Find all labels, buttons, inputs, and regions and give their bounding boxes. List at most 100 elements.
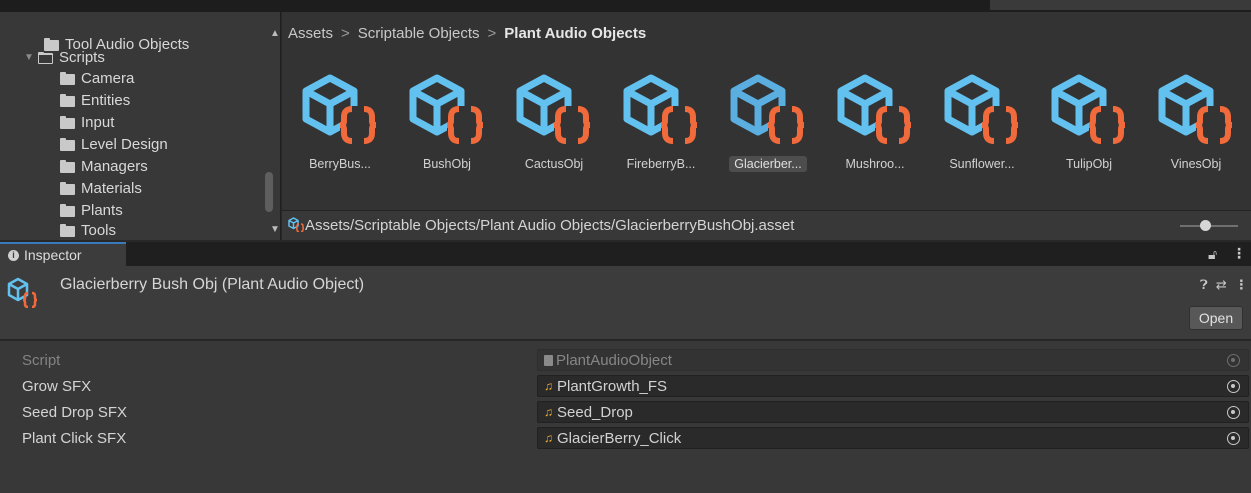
tree-item-level-design[interactable]: Level Design bbox=[60, 134, 168, 156]
breadcrumb-plant-audio-objects[interactable]: Plant Audio Objects bbox=[504, 25, 646, 42]
scriptable-object-icon bbox=[1148, 72, 1244, 144]
scriptable-object-icon bbox=[827, 72, 923, 144]
tree-item-input[interactable]: Input bbox=[60, 112, 114, 134]
object-picker-icon bbox=[1227, 354, 1240, 367]
more-options-icon[interactable]: ⋮ bbox=[1232, 245, 1246, 262]
audio-clip-icon: ♫ bbox=[544, 405, 553, 419]
property-value: PlantGrowth_FS bbox=[557, 377, 668, 395]
scriptable-object-icon bbox=[288, 216, 305, 236]
scriptable-object-icon bbox=[613, 72, 709, 144]
tree-item-label: Tools bbox=[81, 222, 117, 239]
tree-item-tools[interactable]: Tools bbox=[60, 220, 116, 240]
asset-label: Sunflower... bbox=[949, 157, 1015, 171]
more-options-icon[interactable]: ⋮ bbox=[1235, 277, 1248, 293]
asset-tile[interactable]: VinesObj bbox=[1148, 72, 1244, 182]
scroll-up-arrow-icon[interactable]: ▲ bbox=[270, 28, 280, 39]
folder-open-icon bbox=[38, 51, 53, 64]
inspector-body: Script PlantAudioObject Grow SFX ♫ Plant… bbox=[0, 341, 1251, 493]
zoom-slider-handle[interactable] bbox=[1200, 220, 1211, 231]
property-label: Script bbox=[22, 352, 61, 369]
object-picker-icon[interactable] bbox=[1227, 406, 1240, 419]
breadcrumb-separator: > bbox=[487, 24, 497, 42]
tree-item-label: Level Design bbox=[81, 136, 168, 153]
breadcrumb-scriptable-objects[interactable]: Scriptable Objects bbox=[358, 25, 480, 42]
asset-tile[interactable]: BerryBus... bbox=[292, 72, 388, 182]
tree-item-label: Entities bbox=[81, 92, 131, 109]
tree-item-materials[interactable]: Materials bbox=[60, 178, 142, 200]
tree-item-label: Input bbox=[81, 114, 115, 131]
help-icon[interactable]: ❓︎ bbox=[1200, 277, 1208, 293]
script-icon bbox=[544, 354, 553, 366]
property-row-seed-drop-sfx: Seed Drop SFX ♫ Seed_Drop bbox=[0, 401, 1251, 423]
asset-path-bar: Assets/Scriptable Objects/Plant Audio Ob… bbox=[282, 210, 1251, 240]
asset-tile[interactable]: Glacierber... bbox=[720, 72, 816, 182]
top-strip bbox=[0, 0, 1251, 12]
scroll-down-arrow-icon[interactable]: ▼ bbox=[270, 224, 280, 235]
folder-icon bbox=[60, 159, 75, 173]
open-button[interactable]: Open bbox=[1189, 306, 1243, 330]
seed-drop-sfx-field[interactable]: ♫ Seed_Drop bbox=[537, 401, 1249, 423]
plant-click-sfx-field[interactable]: ♫ GlacierBerry_Click bbox=[537, 427, 1249, 449]
tree-item-managers[interactable]: Managers bbox=[60, 156, 148, 178]
scriptable-object-icon bbox=[720, 72, 816, 144]
tree-item-scripts[interactable]: ▼ Scripts bbox=[24, 47, 105, 69]
asset-tile[interactable]: Sunflower... bbox=[934, 72, 1030, 182]
tree-item-label: Plants bbox=[81, 202, 123, 219]
property-value: GlacierBerry_Click bbox=[557, 429, 682, 447]
folder-icon bbox=[60, 181, 75, 195]
folder-icon bbox=[60, 223, 75, 237]
folder-icon bbox=[60, 203, 75, 217]
tree-item-entities[interactable]: Entities bbox=[60, 90, 130, 112]
scriptable-object-icon bbox=[292, 72, 388, 144]
object-picker-icon[interactable] bbox=[1227, 432, 1240, 445]
folder-icon bbox=[60, 137, 75, 151]
asset-tile[interactable]: BushObj bbox=[399, 72, 495, 182]
property-row-grow-sfx: Grow SFX ♫ PlantGrowth_FS bbox=[0, 375, 1251, 397]
asset-label: Mushroo... bbox=[845, 157, 905, 171]
lock-icon[interactable]: 🔓︎ bbox=[1208, 246, 1217, 263]
object-picker-icon[interactable] bbox=[1227, 380, 1240, 393]
breadcrumb-assets[interactable]: Assets bbox=[288, 25, 333, 42]
scriptable-object-icon bbox=[506, 72, 602, 144]
property-label: Grow SFX bbox=[22, 378, 92, 395]
script-object-field: PlantAudioObject bbox=[537, 349, 1249, 371]
presets-icon[interactable]: ⇄ bbox=[1216, 277, 1227, 293]
tree-item-label: Scripts bbox=[59, 49, 105, 66]
grow-sfx-field[interactable]: ♫ PlantGrowth_FS bbox=[537, 375, 1249, 397]
tree-item-label: Materials bbox=[81, 180, 142, 197]
asset-tile[interactable]: TulipObj bbox=[1041, 72, 1137, 182]
asset-label: BerryBus... bbox=[309, 157, 371, 171]
property-value: PlantAudioObject bbox=[556, 351, 672, 369]
tree-scrollbar[interactable] bbox=[265, 172, 273, 212]
tree-item-plants[interactable]: Plants bbox=[60, 200, 123, 222]
asset-label: FireberryB... bbox=[626, 157, 696, 171]
asset-label: BushObj bbox=[423, 157, 471, 171]
scriptable-object-icon bbox=[6, 276, 38, 311]
scriptable-object-icon bbox=[1041, 72, 1137, 144]
asset-label: VinesObj bbox=[1170, 157, 1222, 171]
asset-tile[interactable]: FireberryB... bbox=[613, 72, 709, 182]
tab-inspector[interactable]: i Inspector bbox=[0, 242, 126, 266]
tab-inspector-label: Inspector bbox=[24, 247, 82, 263]
tree-item-label: Managers bbox=[81, 158, 148, 175]
scriptable-object-icon bbox=[934, 72, 1030, 144]
asset-tile[interactable]: CactusObj bbox=[506, 72, 602, 182]
tree-item-camera[interactable]: Camera bbox=[60, 68, 134, 90]
property-label: Seed Drop SFX bbox=[22, 404, 128, 421]
toolbar-block bbox=[990, 0, 1251, 10]
folder-icon bbox=[60, 93, 75, 107]
tree-item-label: Camera bbox=[81, 70, 135, 87]
asset-path-text: Assets/Scriptable Objects/Plant Audio Ob… bbox=[305, 217, 795, 234]
asset-label: Glacierber... bbox=[729, 156, 807, 172]
property-row-plant-click-sfx: Plant Click SFX ♫ GlacierBerry_Click bbox=[0, 427, 1251, 449]
folder-tree: Tool Audio Objects ▼ Scripts Camera Enti… bbox=[0, 12, 281, 240]
asset-tile[interactable]: Mushroo... bbox=[827, 72, 923, 182]
breadcrumb-separator: > bbox=[341, 24, 350, 42]
info-icon: i bbox=[8, 249, 19, 261]
inspector-header: Glacierberry Bush Obj (Plant Audio Objec… bbox=[0, 266, 1251, 340]
expand-arrow-icon[interactable]: ▼ bbox=[24, 47, 38, 69]
inspector-tab-bar: i Inspector 🔓︎ ⋮ bbox=[0, 242, 1251, 266]
property-label: Plant Click SFX bbox=[22, 430, 127, 447]
audio-clip-icon: ♫ bbox=[544, 379, 553, 393]
property-value: Seed_Drop bbox=[557, 403, 633, 421]
